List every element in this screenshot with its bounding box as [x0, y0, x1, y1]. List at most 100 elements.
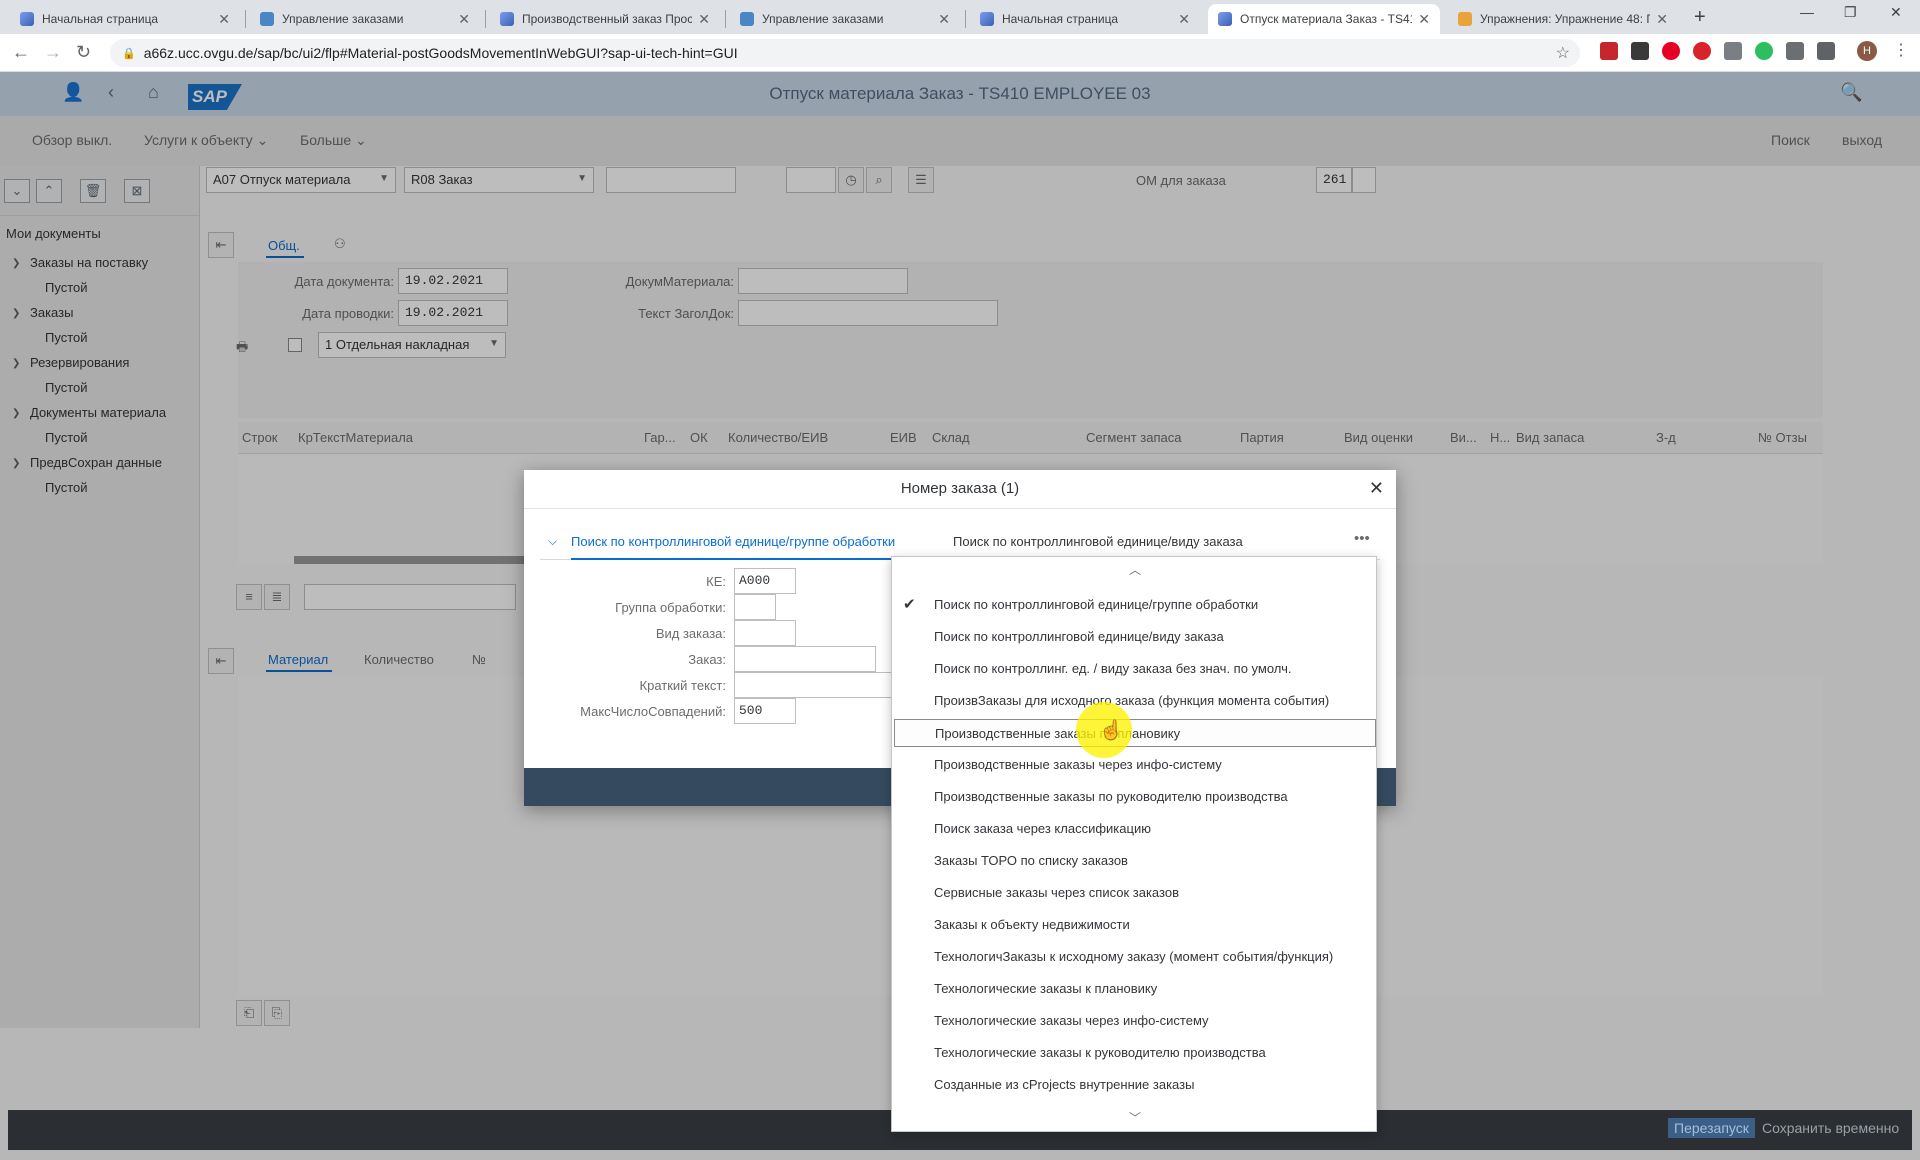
adblock-icon[interactable] [1693, 42, 1711, 60]
field-label: МаксЧислоСовпадений: [580, 704, 726, 719]
dropdown-option[interactable]: Производственные заказы по руководителю … [894, 783, 1376, 811]
field-label: КЕ: [706, 574, 726, 589]
option-label: Сервисные заказы через список заказов [934, 885, 1179, 900]
tab-title: Отпуск материала Заказ - TS410 [1240, 12, 1413, 26]
close-icon[interactable]: ✕ [1656, 11, 1668, 28]
tab-title: Начальная страница [1002, 12, 1119, 26]
browser-tab[interactable]: Упражнения: Упражнение 48: П ✕ [1448, 4, 1678, 34]
bookmark-star-icon[interactable]: ☆ [1556, 43, 1570, 63]
dropdown-option-hovered[interactable]: Производственные заказы по плановику [894, 719, 1376, 747]
restart-button[interactable]: Перезапуск [1668, 1118, 1755, 1138]
dropdown-option[interactable]: Заказы к объекту недвижимости [894, 911, 1376, 939]
option-label: Производственные заказы по руководителю … [934, 789, 1288, 804]
close-icon[interactable]: ✕ [218, 11, 230, 28]
browser-tab[interactable]: Управление заказами ✕ [250, 4, 480, 34]
profile-avatar[interactable]: Н [1857, 41, 1877, 61]
field-label: Вид заказа: [655, 626, 726, 641]
restore-icon[interactable]: ❐ [1844, 4, 1857, 21]
option-label: Созданные из cProjects внутренние заказы [934, 1077, 1195, 1092]
doc-icon [740, 12, 754, 26]
tab-title: Управление заказами [282, 12, 404, 26]
dropdown-option[interactable]: Технологические заказы к руководителю пр… [894, 1039, 1376, 1067]
dropdown-option[interactable]: Поиск заказа через классификацию [894, 815, 1376, 843]
dropdown-option[interactable]: Поиск по контроллинг. ед. / виду заказа … [894, 655, 1376, 683]
field-label: Заказ: [688, 652, 726, 667]
sap-icon [980, 12, 994, 26]
back-arrow-icon[interactable]: ← [12, 42, 30, 63]
exercise-icon [1458, 12, 1472, 26]
processing-group-field[interactable] [734, 594, 776, 620]
dropdown-option[interactable]: Производственные заказы через инфо-систе… [894, 751, 1376, 779]
close-icon[interactable]: ✕ [938, 11, 950, 28]
dropdown-option[interactable]: Заказы ТОРО по списку заказов [894, 847, 1376, 875]
dropdown-option[interactable]: Созданные из cProjects внутренние заказы [894, 1071, 1376, 1099]
dropdown-option[interactable]: ПроизвЗаказы для исходного заказа (функц… [894, 687, 1376, 715]
tab-search-by-order-type[interactable]: Поиск по контроллинговой единице/виду за… [953, 534, 1243, 549]
sap-icon [500, 12, 514, 26]
max-hits-field[interactable]: 500 [734, 698, 796, 724]
option-label: ПроизвЗаказы для исходного заказа (функц… [934, 693, 1330, 708]
tab-title: Производственный заказ Просм... [522, 12, 693, 26]
browser-tab[interactable]: Начальная страница ✕ [970, 4, 1200, 34]
scroll-down-icon[interactable]: ﹀ [892, 1109, 1378, 1126]
option-label: Производственные заказы по плановику [935, 726, 1181, 741]
option-label: ТехнологичЗаказы к исходному заказу (мом… [934, 949, 1334, 964]
reload-icon[interactable]: ↻ [76, 42, 91, 63]
browser-tab-active[interactable]: Отпуск материала Заказ - TS410 ✕ [1208, 4, 1440, 34]
dialog-divider [524, 508, 1396, 509]
close-icon[interactable]: ✕ [1369, 478, 1384, 499]
evernote-icon[interactable] [1755, 42, 1773, 60]
dropdown-option[interactable]: Технологические заказы к плановику [894, 975, 1376, 1003]
browser-tab-strip: Начальная страница ✕ Управление заказами… [0, 0, 1920, 34]
url-text: a66z.ucc.ovgu.de/sap/bc/ui2/flp#Material… [143, 45, 738, 61]
dropdown-option[interactable]: ✔ Поиск по контроллинговой единице/групп… [894, 591, 1376, 619]
tab-underline [571, 558, 911, 560]
url-field[interactable]: 🔒 a66z.ucc.ovgu.de/sap/bc/ui2/flp#Materi… [110, 39, 1580, 67]
forward-arrow-icon[interactable]: → [44, 42, 62, 63]
pinterest-icon[interactable] [1662, 42, 1680, 60]
option-label: Технологические заказы к руководителю пр… [934, 1045, 1266, 1060]
doc-icon [260, 12, 274, 26]
puzzle-icon[interactable] [1817, 42, 1835, 60]
browser-tab[interactable]: Начальная страница ✕ [10, 4, 240, 34]
browser-tab[interactable]: Управление заказами ✕ [730, 4, 960, 34]
window-close-icon[interactable]: ✕ [1890, 4, 1902, 21]
extension-square-icon[interactable] [1786, 42, 1804, 60]
option-label: Технологические заказы через инфо-систем… [934, 1013, 1209, 1028]
more-icon[interactable]: ••• [1354, 530, 1370, 547]
minimize-icon[interactable]: — [1800, 4, 1814, 20]
extension-red-icon[interactable] [1600, 42, 1618, 60]
field-label: Краткий текст: [639, 678, 726, 693]
tab-search-by-group[interactable]: Поиск по контроллинговой единице/группе … [571, 534, 895, 549]
field-label: Группа обработки: [615, 600, 726, 615]
dropbox-icon[interactable] [1724, 42, 1742, 60]
browser-tab[interactable]: Производственный заказ Просм... ✕ [490, 4, 720, 34]
menu-kebab-icon[interactable]: ⋮ [1893, 40, 1909, 60]
option-label: Заказы к объекту недвижимости [934, 917, 1130, 932]
option-label: Производственные заказы через инфо-систе… [934, 757, 1222, 772]
close-icon[interactable]: ✕ [458, 11, 470, 28]
controlling-area-field[interactable]: A000 [734, 568, 796, 594]
option-label: Заказы ТОРО по списку заказов [934, 853, 1128, 868]
order-field[interactable] [734, 646, 876, 672]
chevron-down-icon[interactable]: ⌵ [548, 534, 557, 549]
option-label: Поиск по контроллинговой единице/группе … [934, 597, 1259, 612]
tab-title: Упражнения: Упражнение 48: П [1480, 12, 1651, 26]
tab-title: Начальная страница [42, 12, 159, 26]
dropdown-option[interactable]: ТехнологичЗаказы к исходному заказу (мом… [894, 943, 1376, 971]
dropdown-option[interactable]: Сервисные заказы через список заказов [894, 879, 1376, 907]
extension-k-icon[interactable] [1631, 42, 1649, 60]
close-icon[interactable]: ✕ [1178, 11, 1190, 28]
hold-button[interactable]: Сохранить временно [1762, 1120, 1899, 1136]
order-type-field[interactable] [734, 620, 796, 646]
dropdown-option[interactable]: Технологические заказы через инфо-систем… [894, 1007, 1376, 1035]
close-icon[interactable]: ✕ [698, 11, 710, 28]
sap-icon [20, 12, 34, 26]
dropdown-option[interactable]: Поиск по контроллинговой единице/виду за… [894, 623, 1376, 651]
close-icon[interactable]: ✕ [1418, 11, 1430, 28]
option-label: Поиск по контроллинг. ед. / виду заказа … [934, 661, 1292, 676]
short-text-field[interactable] [734, 672, 894, 698]
option-label: Поиск заказа через классификацию [934, 821, 1151, 836]
new-tab-icon[interactable]: + [1694, 6, 1706, 29]
scroll-up-icon[interactable]: ︿ [892, 561, 1378, 578]
